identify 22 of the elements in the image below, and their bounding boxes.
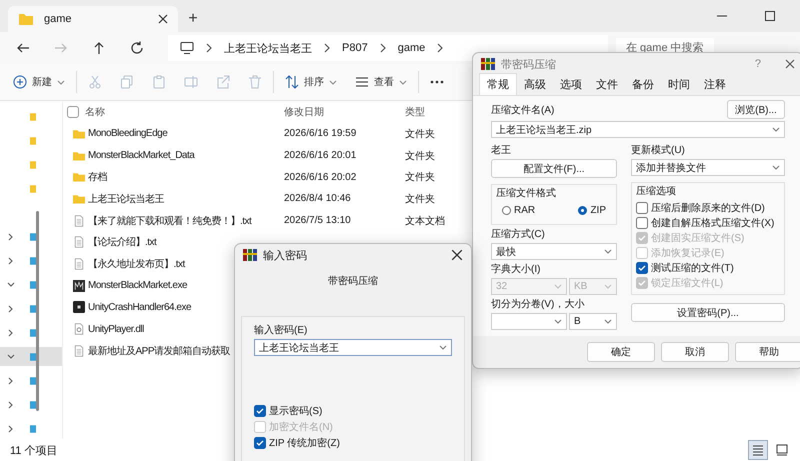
field-label: 输入密码(E)	[254, 324, 308, 337]
group-label: 压缩选项	[636, 184, 677, 198]
dialog-title: 输入密码	[263, 248, 308, 262]
dialog-subtitle: 带密码压缩	[328, 274, 378, 288]
field-label: 压缩文件名(A)	[491, 104, 554, 116]
group-label: 压缩文件格式	[496, 186, 557, 200]
field-label: 更新模式(U)	[631, 144, 686, 157]
date-cell-text: 2026/7/5 13:10	[284, 215, 352, 226]
field-label: 老王	[491, 144, 512, 157]
field-label: 字典大小(I)	[491, 262, 542, 276]
date-cell-text: 2026/6/16 20:01	[284, 150, 358, 162]
type-cell-text: 文件夹	[405, 170, 436, 184]
type-cell-text: 文件夹	[405, 128, 436, 141]
field-label: 压缩方式(C)	[491, 228, 546, 241]
item-count: 11 个项目	[10, 444, 58, 458]
type-cell-text: 文件夹	[405, 150, 436, 163]
field-label: 切分为分卷(V)，大小	[491, 298, 586, 311]
date-cell-text: 2026/8/4 10:46	[284, 193, 352, 204]
date-cell-text: 2026/6/16 20:02	[284, 172, 358, 183]
date-cell-text: 2026/6/16 19:59	[284, 128, 358, 140]
type-cell-text: 文本文档	[405, 214, 446, 228]
type-cell-text: 文件夹	[405, 192, 436, 206]
